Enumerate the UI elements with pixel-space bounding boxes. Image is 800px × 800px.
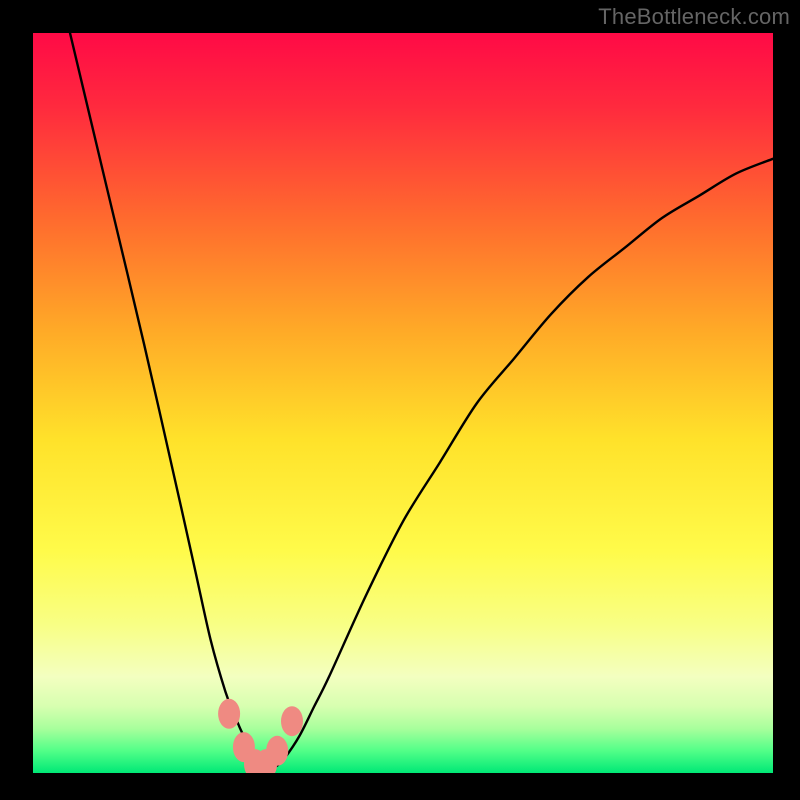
plot-background [33,33,773,773]
marker-dot [281,706,303,736]
watermark-text: TheBottleneck.com [598,4,790,30]
bottleneck-chart [0,0,800,800]
marker-dot [266,736,288,766]
marker-dot [218,699,240,729]
chart-frame: TheBottleneck.com [0,0,800,800]
